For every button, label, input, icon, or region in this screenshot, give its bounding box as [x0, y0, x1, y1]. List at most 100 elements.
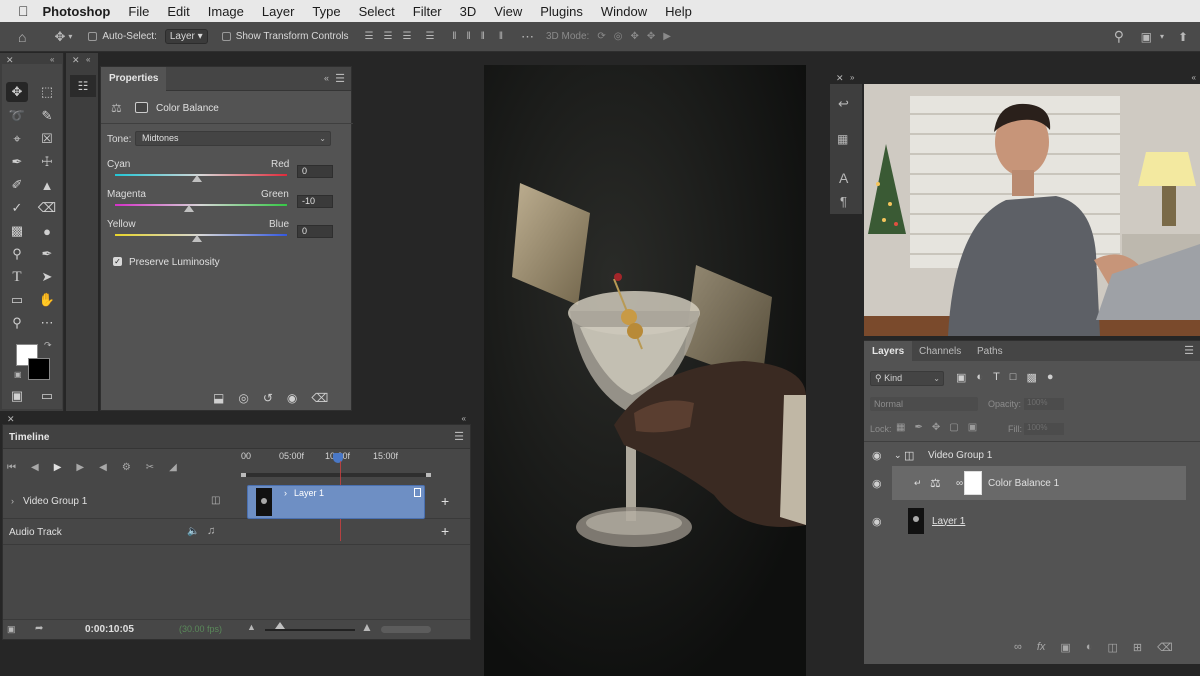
- layer-filter-dropdown[interactable]: ⚲ Kind ⌄: [870, 371, 944, 386]
- opacity-field[interactable]: 100%: [1024, 398, 1064, 410]
- 3d-camera-icon[interactable]: ▶: [663, 31, 671, 42]
- frame-mode-icon[interactable]: ▣: [7, 624, 16, 635]
- eraser-tool[interactable]: ⌫: [36, 198, 58, 218]
- 3d-slide-icon[interactable]: ✥: [647, 31, 655, 42]
- histogram-icon[interactable]: ▦: [837, 132, 848, 146]
- eyedropper-tool[interactable]: ✒: [6, 152, 28, 172]
- menu-edit[interactable]: Edit: [167, 4, 189, 19]
- tab-layers[interactable]: Layers: [864, 341, 913, 361]
- new-adjustment-icon[interactable]: ◐: [1086, 641, 1093, 654]
- clip-end-icon[interactable]: [414, 488, 421, 497]
- character-icon[interactable]: A: [839, 170, 848, 186]
- audio-icon[interactable]: ◀: [99, 462, 107, 473]
- zoom-tool[interactable]: ⚲: [6, 313, 28, 333]
- layer-thumbnail[interactable]: [908, 508, 924, 534]
- lock-transparent-icon[interactable]: ▦: [896, 422, 905, 433]
- object-select-tool[interactable]: ✎: [36, 106, 58, 126]
- transition-icon[interactable]: ◢: [169, 462, 177, 473]
- visibility-eye-icon[interactable]: ◉: [872, 515, 882, 528]
- distribute-icon[interactable]: ☰: [425, 31, 434, 42]
- new-group-icon[interactable]: ◫: [1107, 641, 1117, 654]
- close-panel-icon[interactable]: ✕: [7, 414, 15, 425]
- visibility-eye-icon[interactable]: ◉: [872, 477, 882, 490]
- cyan-red-slider-thumb[interactable]: [192, 175, 202, 182]
- background-color-swatch[interactable]: [28, 358, 50, 380]
- collapse-icon[interactable]: «: [50, 55, 54, 64]
- more-options-icon[interactable]: ⋯: [521, 29, 534, 45]
- layer-row-layer-1[interactable]: ◉ Layer 1: [864, 504, 1200, 538]
- chevron-down-icon[interactable]: ▾: [1160, 32, 1164, 41]
- rectangle-tool[interactable]: ▭: [6, 290, 28, 310]
- music-note-icon[interactable]: ♫: [207, 525, 215, 537]
- cyan-red-value-field[interactable]: 0: [297, 165, 333, 178]
- yellow-blue-slider-thumb[interactable]: [192, 235, 202, 242]
- stamp-tool[interactable]: ▲: [36, 175, 58, 195]
- tab-paths[interactable]: Paths: [977, 346, 1003, 357]
- tab-properties[interactable]: Properties: [101, 66, 167, 91]
- collapse-icon[interactable]: »: [850, 73, 854, 82]
- trash-icon[interactable]: ⌫: [1157, 641, 1173, 654]
- view-previous-state-icon[interactable]: ◎: [238, 391, 248, 405]
- path-select-tool[interactable]: ➤: [36, 267, 58, 287]
- yellow-blue-value-field[interactable]: 0: [297, 225, 333, 238]
- align-center-icon[interactable]: ☰: [384, 31, 393, 42]
- frame-tool[interactable]: ☒: [36, 129, 58, 149]
- 3d-orbit-icon[interactable]: ⟳: [597, 31, 605, 42]
- document-canvas[interactable]: [484, 65, 806, 676]
- menu-select[interactable]: Select: [359, 4, 395, 19]
- clip-to-layer-icon[interactable]: ⬓: [213, 391, 224, 405]
- align-top-icon[interactable]: ‖: [452, 31, 456, 42]
- chevron-right-icon[interactable]: ›: [11, 496, 14, 506]
- healing-tool[interactable]: ☩: [36, 152, 58, 172]
- speaker-icon[interactable]: 🔈: [187, 526, 199, 537]
- close-panel-icon[interactable]: ✕: [836, 73, 844, 84]
- shape-filter-icon[interactable]: □: [1010, 371, 1017, 384]
- blend-mode-dropdown[interactable]: Normal: [870, 397, 978, 411]
- more-tools-icon[interactable]: ⋯: [36, 313, 58, 333]
- screen-mode-icon[interactable]: ▭: [36, 386, 58, 406]
- apple-icon[interactable]: : [18, 3, 29, 19]
- preserve-luminosity-checkbox[interactable]: ✓: [113, 257, 122, 266]
- quick-mask-icon[interactable]: ▣: [6, 386, 28, 406]
- visibility-eye-icon[interactable]: ◉: [872, 449, 882, 462]
- align-right-icon[interactable]: ☰: [402, 31, 411, 42]
- menu-app-photoshop[interactable]: Photoshop: [43, 4, 111, 19]
- menu-3d[interactable]: 3D: [460, 4, 477, 19]
- type-filter-icon[interactable]: T: [993, 371, 1000, 384]
- lock-position-icon[interactable]: ✥: [932, 422, 940, 433]
- menu-image[interactable]: Image: [208, 4, 244, 19]
- menu-window[interactable]: Window: [601, 4, 647, 19]
- menu-filter[interactable]: Filter: [413, 4, 442, 19]
- menu-help[interactable]: Help: [665, 4, 692, 19]
- trash-icon[interactable]: ⌫: [311, 391, 328, 405]
- align-left-icon[interactable]: ☰: [365, 31, 374, 42]
- settings-gear-icon[interactable]: ⚙: [122, 462, 131, 473]
- gradient-tool[interactable]: ▩: [6, 221, 28, 241]
- home-icon[interactable]: ⌂: [18, 29, 26, 45]
- history-icon[interactable]: ↩: [838, 96, 849, 112]
- playhead-marker[interactable]: [333, 453, 343, 463]
- zoom-out-icon[interactable]: ▲: [247, 622, 256, 632]
- smart-object-filter-icon[interactable]: ▩: [1026, 371, 1036, 384]
- lock-all-icon[interactable]: ▣: [968, 422, 977, 433]
- 3d-roll-icon[interactable]: ◎: [614, 31, 623, 42]
- magenta-green-slider-track[interactable]: [115, 204, 287, 206]
- menu-view[interactable]: View: [494, 4, 522, 19]
- next-frame-icon[interactable]: ▶: [76, 462, 84, 473]
- menu-plugins[interactable]: Plugins: [540, 4, 583, 19]
- render-icon[interactable]: ➦: [35, 623, 43, 634]
- move-tool[interactable]: ✥: [6, 82, 28, 102]
- dodge-tool[interactable]: ⚲: [6, 244, 28, 264]
- reset-icon[interactable]: ↺: [263, 391, 273, 405]
- lock-artboard-icon[interactable]: ▢: [949, 422, 958, 433]
- menu-layer[interactable]: Layer: [262, 4, 295, 19]
- lasso-tool[interactable]: ➰: [6, 106, 28, 126]
- mask-icon[interactable]: [135, 102, 148, 113]
- add-audio-icon[interactable]: +: [441, 523, 449, 539]
- lock-pixels-icon[interactable]: ✒: [914, 422, 922, 433]
- new-layer-icon[interactable]: ⊞: [1133, 641, 1142, 654]
- search-icon[interactable]: ⚲: [1114, 28, 1124, 45]
- paragraph-icon[interactable]: ¶: [840, 194, 847, 209]
- zoom-slider-track[interactable]: [265, 629, 355, 631]
- timeline-ruler[interactable]: 00 05:00f 10:00f 15:00f: [241, 451, 433, 485]
